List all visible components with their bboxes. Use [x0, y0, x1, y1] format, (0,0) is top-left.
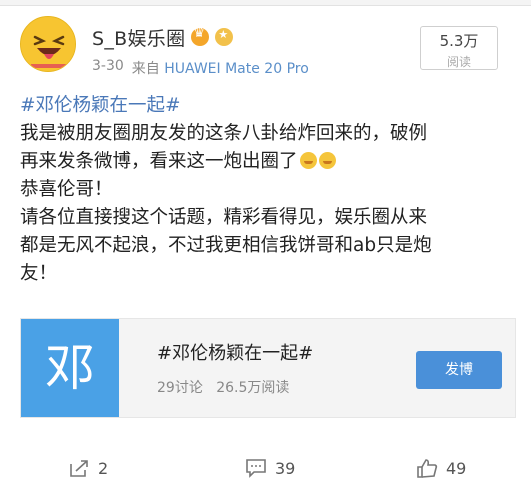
window-top-edge	[0, 0, 531, 6]
topic-discussions: 29讨论	[157, 380, 203, 396]
post-line-2: 再来发条微博，看来这一炮出圈了	[20, 151, 298, 172]
post-line-4: 请各位直接搜这个话题，精彩看得见，娱乐圈从来	[20, 207, 428, 228]
grin-emoji-icon	[318, 152, 336, 169]
topic-thumbnail: 邓	[21, 319, 119, 417]
action-bar: 2 39 49	[0, 458, 531, 492]
topic-title[interactable]: #邓伦杨颖在一起#	[157, 339, 313, 365]
topic-card[interactable]: 邓 #邓伦杨颖在一起# 29讨论 26.5万阅读 发博	[20, 318, 516, 418]
share-icon	[70, 460, 88, 477]
thumbs-up-icon	[417, 459, 438, 478]
laughing-face-icon	[21, 17, 75, 71]
source-prefix: 来自	[131, 61, 160, 77]
post-hashtag-link[interactable]: #邓伦杨颖在一起#	[20, 95, 181, 116]
grin-emoji-icon	[299, 152, 317, 169]
post-line-6: 友！	[20, 263, 58, 284]
like-button[interactable]: 49	[416, 458, 466, 478]
medal-icon	[215, 28, 234, 46]
username[interactable]: S_B娱乐圈	[92, 24, 185, 51]
topic-stats: 29讨论 26.5万阅读	[157, 377, 289, 397]
views-count: 5.3万	[439, 32, 479, 50]
comment-count: 39	[275, 458, 296, 478]
like-count: 49	[446, 458, 467, 478]
comment-icon	[246, 459, 266, 478]
post-line-3: 恭喜伦哥！	[20, 179, 113, 200]
post-meta: 3-30 来自 HUAWEI Mate 20 Pro	[92, 58, 309, 78]
post-line-5: 都是无风不起浪，不过我更相信我饼哥和ab只是炮	[20, 235, 432, 256]
crown-icon	[191, 26, 210, 46]
share-count: 2	[98, 458, 109, 478]
post-line-1: 我是被朋友圈朋友发的这条八卦给炸回来的，破例	[20, 123, 428, 144]
post-body: #邓伦杨颖在一起# 我是被朋友圈朋友发的这条八卦给炸回来的，破例 再来发条微博，…	[20, 92, 516, 288]
post-to-topic-button[interactable]: 发博	[416, 351, 502, 389]
repost-button[interactable]: 2	[68, 458, 108, 478]
post-source: 来自 HUAWEI Mate 20 Pro	[132, 58, 309, 78]
post-date: 3-30	[92, 58, 124, 74]
comment-button[interactable]: 39	[245, 458, 295, 478]
username-row: S_B娱乐圈	[92, 24, 234, 51]
avatar[interactable]	[20, 16, 76, 72]
views-counter: 5.3万 阅读	[420, 26, 498, 70]
topic-reads: 26.5万阅读	[216, 380, 290, 396]
device-name[interactable]: HUAWEI Mate 20 Pro	[164, 61, 309, 77]
views-label: 阅读	[446, 55, 471, 69]
